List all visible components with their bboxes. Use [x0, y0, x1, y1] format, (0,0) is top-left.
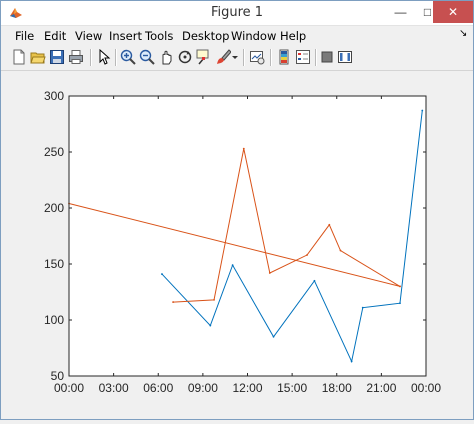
new-figure-icon[interactable]	[11, 49, 27, 65]
figure-toolbar	[1, 45, 473, 71]
link-plot-icon[interactable]	[249, 49, 265, 65]
data-point	[313, 279, 316, 282]
menu-help[interactable]: Help	[280, 29, 306, 43]
menu-tools[interactable]: Tools	[145, 29, 173, 43]
menu-insert[interactable]: Insert	[109, 29, 142, 43]
x-tick-label: 09:00	[188, 381, 218, 395]
menu-window[interactable]: Window	[231, 29, 276, 43]
data-point	[268, 272, 271, 274]
x-tick-label: 03:00	[99, 381, 129, 395]
menu-bar: File Edit View Insert Tools Desktop Wind…	[1, 26, 473, 45]
y-tick-label: 200	[44, 201, 64, 215]
x-tick-label: 06:00	[143, 381, 173, 395]
zoom-in-icon[interactable]	[120, 49, 136, 65]
data-point	[421, 109, 424, 112]
dock-figure-icon[interactable]: ↘	[459, 28, 467, 39]
data-point	[213, 298, 215, 301]
y-tick-label: 50	[51, 369, 65, 383]
data-point	[350, 360, 353, 363]
data-point	[242, 147, 245, 150]
title-bar[interactable]: Figure 1 — □ ✕	[1, 1, 473, 26]
data-point	[231, 264, 234, 267]
data-point	[161, 273, 163, 275]
data-point	[209, 324, 212, 327]
data-point	[328, 223, 331, 226]
data-point	[306, 254, 308, 256]
pointer-icon[interactable]	[96, 49, 112, 65]
figure-canvas: 00:00 03:00 06:00 09:00 12:00 15:00 18:00 21:00…	[2, 71, 473, 419]
close-button[interactable]: ✕	[433, 1, 473, 23]
colorbar-icon[interactable]	[276, 49, 292, 65]
x-tick-label: 15:00	[277, 381, 307, 395]
figure-window: Figure 1 — □ ✕ File Edit View Insert Too…	[0, 0, 474, 420]
pan-icon[interactable]	[158, 49, 174, 65]
axes-background	[69, 96, 426, 376]
show-plot-tools-icon[interactable]	[337, 49, 353, 65]
menu-desktop[interactable]: Desktop	[182, 29, 229, 43]
data-point	[399, 285, 401, 288]
toolbar-separator	[315, 49, 317, 66]
brush-dropdown-icon[interactable]	[231, 49, 239, 65]
toolbar-separator	[90, 49, 92, 66]
data-point	[339, 249, 342, 252]
toolbar-separator	[243, 49, 245, 66]
open-file-icon[interactable]	[30, 49, 46, 65]
data-point	[172, 301, 175, 303]
print-icon[interactable]	[68, 49, 84, 65]
line-chart[interactable]: 00:00 03:00 06:00 09:00 12:00 15:00 18:00 21:00…	[2, 71, 473, 419]
zoom-out-icon[interactable]	[139, 49, 155, 65]
toolbar-separator	[115, 49, 117, 66]
y-tick-label: 150	[44, 257, 64, 271]
menu-edit[interactable]: Edit	[44, 29, 66, 43]
data-cursor-icon[interactable]	[196, 49, 212, 65]
y-tick-label: 100	[44, 313, 64, 327]
toolbar-separator	[270, 49, 272, 66]
y-tick-label: 250	[44, 145, 64, 159]
data-point	[399, 302, 401, 305]
y-tick-label: 300	[44, 89, 64, 103]
minimize-button[interactable]: —	[387, 1, 414, 23]
menu-view[interactable]: View	[75, 29, 102, 43]
hide-plot-tools-icon[interactable]	[319, 49, 335, 65]
save-icon[interactable]	[49, 49, 65, 65]
legend-icon[interactable]	[295, 49, 311, 65]
x-tick-label: 00:00	[54, 381, 84, 395]
rotate-3d-icon[interactable]	[177, 49, 193, 65]
x-tick-label: 21:00	[366, 381, 396, 395]
x-tick-label: 00:00	[411, 381, 441, 395]
x-tick-label: 18:00	[322, 381, 352, 395]
menu-file[interactable]: File	[15, 29, 34, 43]
brush-icon[interactable]	[215, 49, 231, 65]
data-point	[361, 306, 364, 309]
data-point	[272, 335, 275, 338]
x-tick-label: 12:00	[232, 381, 262, 395]
